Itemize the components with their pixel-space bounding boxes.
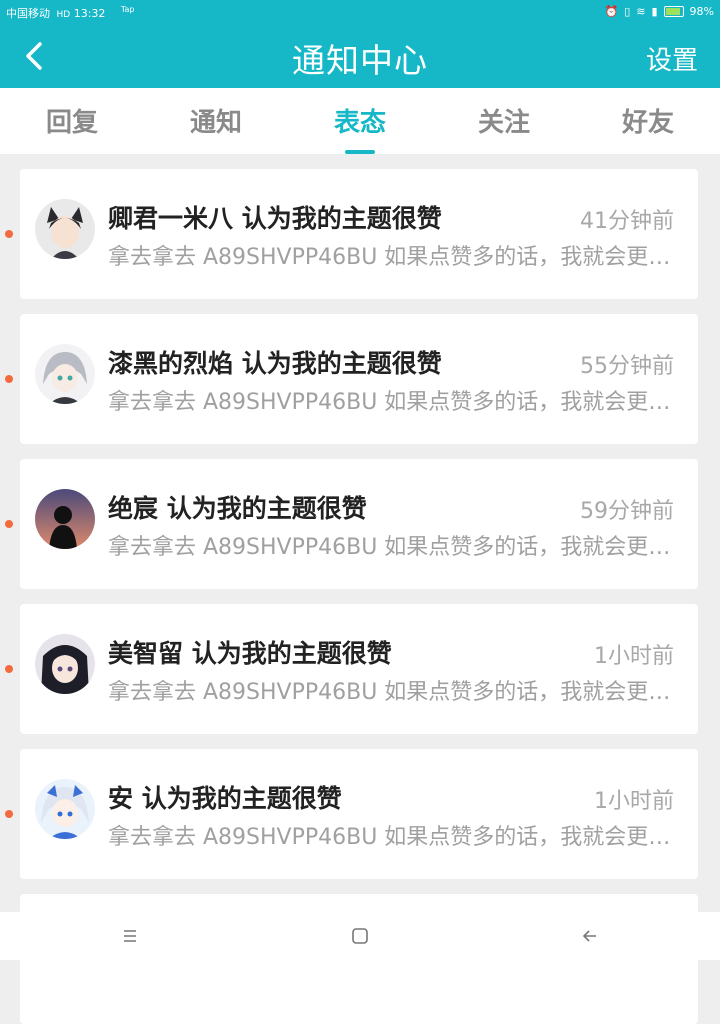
tab-label: 回复 (45, 108, 98, 138)
notification-time: 1小时前 (594, 644, 674, 669)
home-button[interactable] (346, 922, 374, 950)
tab-notice[interactable]: 通知 (144, 102, 288, 139)
carrier-label: 中国移动 (6, 7, 50, 20)
notification-time: 41分钟前 (580, 209, 674, 234)
notification-item[interactable]: 卿君一米八 认为我的主题很赞 41分钟前 拿去拿去 A89SHVPP46BU 如… (5, 169, 698, 299)
notification-title: 漆黑的烈焰 认为我的主题很赞 (108, 349, 442, 378)
avatar-cat-ears-icon (35, 199, 95, 259)
settings-button[interactable]: 设置 (646, 40, 698, 77)
avatar-anime-blue-icon (35, 779, 95, 839)
title-bar: 通知中心 设置 (0, 24, 720, 88)
vibrate-icon: ▯ (624, 5, 631, 18)
tab-label: 好友 (621, 108, 674, 138)
notification-title: 卿君一米八 认为我的主题很赞 (108, 204, 442, 233)
unread-dot (5, 230, 13, 238)
notification-item[interactable]: 绝宸 认为我的主题很赞 59分钟前 拿去拿去 A89SHVPP46BU 如果点赞… (5, 459, 698, 589)
status-right: ⏰ ▯ ≋ ▮ 98% (605, 5, 715, 18)
hd-label: HD (56, 10, 71, 20)
unread-dot (5, 665, 13, 673)
notification-item[interactable]: 安 认为我的主题很赞 1小时前 拿去拿去 A89SHVPP46BU 如果点赞多的… (5, 749, 698, 879)
notification-preview: 拿去拿去 A89SHVPP46BU 如果点赞多的话，我就会更新更多 (108, 390, 673, 415)
avatar[interactable] (35, 489, 95, 549)
menu-button[interactable] (116, 922, 144, 950)
notification-item[interactable]: 美智留 认为我的主题很赞 1小时前 拿去拿去 A89SHVPP46BU 如果点赞… (5, 604, 698, 734)
notification-preview: 拿去拿去 A89SHVPP46BU 如果点赞多的话，我就会更新更多 (108, 535, 673, 560)
unread-dot (5, 375, 13, 383)
notification-time: 1小时前 (594, 789, 674, 814)
back-nav-button[interactable] (576, 922, 604, 950)
avatar[interactable] (35, 634, 95, 694)
tab-label: 通知 (189, 108, 242, 138)
tab-label: 表态 (333, 108, 386, 138)
avatar[interactable] (35, 779, 95, 839)
battery-icon (663, 6, 684, 17)
notification-item[interactable]: 漆黑的烈焰 认为我的主题很赞 55分钟前 拿去拿去 A89SHVPP46BU 如… (5, 314, 698, 444)
avatar-anime-silver-icon (35, 344, 95, 404)
avatar-silhouette-sunset-icon (35, 489, 95, 549)
page-title: 通知中心 (292, 41, 428, 80)
notification-preview: 拿去拿去 A89SHVPP46BU 如果点赞多的话，我就会更新更多 (108, 680, 673, 705)
avatar-anime-dark-hair-icon (35, 634, 95, 694)
back-arrow-icon (582, 930, 596, 942)
wifi-icon: ≋ (636, 5, 646, 18)
notification-time: 55分钟前 (580, 354, 674, 379)
tab-follow[interactable]: 关注 (432, 102, 576, 139)
tab-bar: 回复 通知 表态 关注 好友 (0, 88, 720, 154)
tap-label: Tap (120, 5, 135, 14)
avatar[interactable] (35, 344, 95, 404)
status-bar: 中国移动 HD 13:32 Tap ⏰ ▯ ≋ ▮ 98% (0, 0, 720, 24)
active-tab-indicator (345, 150, 375, 154)
status-left: 中国移动 HD 13:32 Tap (6, 5, 134, 21)
system-nav-bar (0, 912, 720, 960)
notification-title: 美智留 认为我的主题很赞 (108, 639, 392, 668)
notification-time: 59分钟前 (580, 499, 674, 524)
alarm-icon: ⏰ (604, 5, 619, 18)
tab-label: 关注 (477, 108, 530, 138)
home-icon (352, 928, 368, 944)
avatar[interactable] (35, 199, 95, 259)
menu-icon (124, 930, 136, 942)
battery-percent: 98% (689, 5, 714, 18)
notification-title: 绝宸 认为我的主题很赞 (108, 494, 367, 523)
tab-reactions[interactable]: 表态 (288, 102, 432, 154)
signal-icon: ▮ (651, 5, 658, 18)
clock: 13:32 (73, 7, 106, 20)
notification-preview: 拿去拿去 A89SHVPP46BU 如果点赞多的话，我就会更新更多 (108, 245, 673, 270)
unread-dot (5, 810, 13, 818)
tab-friends[interactable]: 好友 (576, 102, 720, 139)
unread-dot (5, 520, 13, 528)
notification-preview: 拿去拿去 A89SHVPP46BU 如果点赞多的话，我就会更新更多 (108, 825, 673, 850)
notification-title: 安 认为我的主题很赞 (108, 784, 342, 813)
tab-reply[interactable]: 回复 (0, 102, 144, 139)
